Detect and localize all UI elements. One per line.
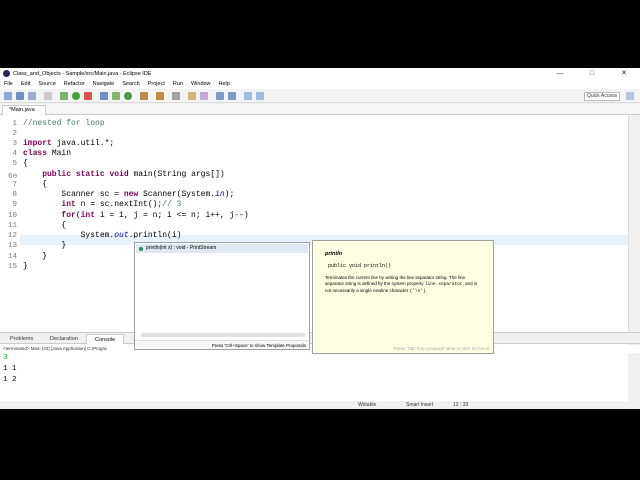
run-icon[interactable] <box>72 92 80 100</box>
javadoc-description: Terminates the current line by writing t… <box>325 275 481 295</box>
open-type-icon[interactable] <box>140 92 148 100</box>
line-number: 12 <box>7 232 17 240</box>
menu-file[interactable]: File <box>0 81 17 87</box>
back-icon[interactable] <box>244 92 252 100</box>
minimize-button[interactable]: — <box>544 68 576 79</box>
menu-bar: File Edit Source Refactor Navigate Searc… <box>0 79 640 89</box>
new-class-icon[interactable] <box>124 92 132 100</box>
window-title: Class_and_Objects - Sample/src/Main.java… <box>13 70 152 77</box>
line-number: 3 <box>12 140 17 148</box>
menu-window[interactable]: Window <box>187 81 215 87</box>
menu-help[interactable]: Help <box>215 81 234 87</box>
line-number: 13 <box>7 242 17 250</box>
save-icon[interactable] <box>16 92 24 100</box>
proposal-label: println(int x) : void - PrintStream <box>146 245 217 251</box>
console-output[interactable]: 3 1 1 1 2 <box>0 353 628 401</box>
javadoc-popup: println public void println() Terminates… <box>312 240 494 354</box>
code-line: public static void main(String args[]) <box>42 170 225 179</box>
public-method-icon <box>139 247 143 251</box>
console-scrollbar[interactable] <box>628 353 640 401</box>
code-line: } <box>23 252 48 261</box>
menu-navigate[interactable]: Navigate <box>89 81 119 87</box>
debug-icon[interactable] <box>60 92 68 100</box>
external-tools-icon[interactable] <box>84 92 92 100</box>
perspective-icon[interactable] <box>626 92 634 100</box>
javadoc-signature: public void println() <box>328 263 392 269</box>
tab-declaration[interactable]: Declaration <box>42 334 78 344</box>
next-annotation-icon[interactable] <box>216 92 224 100</box>
tab-main-java[interactable]: *Main.java <box>2 105 46 115</box>
line-number: 14 <box>7 253 17 261</box>
status-insert-mode: Smart Insert <box>406 402 434 408</box>
menu-run[interactable]: Run <box>169 81 187 87</box>
status-cursor-position: 12 : 33 <box>453 402 469 408</box>
code-line: { <box>23 221 67 230</box>
annotation-icon[interactable] <box>188 92 196 100</box>
line-number: 1 <box>12 120 17 128</box>
main-toolbar: Quick Access <box>0 89 640 103</box>
quick-access-input[interactable]: Quick Access <box>584 92 620 101</box>
status-writable: Writable <box>358 402 377 408</box>
line-number: 6⊖ <box>7 173 17 181</box>
print-icon[interactable] <box>44 92 52 100</box>
editor-tab-bar: *Main.java <box>0 104 640 115</box>
eclipse-logo-icon <box>3 70 10 77</box>
maximize-button[interactable]: □ <box>576 68 608 79</box>
code-line: //nested for loop <box>23 119 105 128</box>
javadoc-desc-end: . <box>425 288 428 293</box>
code-line: for(int i = 1, j = n; i <= n; i++, j--) <box>61 211 249 220</box>
console-line: 3 <box>3 354 8 362</box>
proposal-footer: Press 'Ctrl+Space' to show Template Prop… <box>135 340 309 349</box>
menu-source[interactable]: Source <box>34 81 59 87</box>
toggle-mark-icon[interactable] <box>172 92 180 100</box>
forward-icon[interactable] <box>256 92 264 100</box>
save-all-icon[interactable] <box>28 92 36 100</box>
code-line: int n = sc.nextInt();// 3 <box>61 200 182 209</box>
menu-search[interactable]: Search <box>118 81 143 87</box>
code-line: import java.util.*; <box>23 139 115 148</box>
line-number: 7 <box>12 181 17 189</box>
line-number: 11 <box>7 222 17 230</box>
line-number: 15 <box>7 263 17 271</box>
javadoc-title: println <box>325 251 343 257</box>
new-java-project-icon[interactable] <box>100 92 108 100</box>
tab-label: *Main.java <box>9 107 35 113</box>
javadoc-footer: Press 'Tab' from proposal table or click… <box>393 346 489 351</box>
close-button[interactable]: ✕ <box>608 68 640 79</box>
code-line: { <box>23 159 28 168</box>
line-number: 5 <box>12 160 17 168</box>
search-icon[interactable] <box>156 92 164 100</box>
code-line: } <box>23 241 67 250</box>
javadoc-desc-char: ('\n') <box>409 289 426 294</box>
code-line: Scanner sc = new Scanner(System.in); <box>23 190 235 199</box>
new-package-icon[interactable] <box>112 92 120 100</box>
line-number: 2 <box>12 130 17 138</box>
new-icon[interactable] <box>4 92 12 100</box>
menu-edit[interactable]: Edit <box>17 81 34 87</box>
code-line: { <box>23 180 48 189</box>
code-line-current: System.out.println(i) <box>23 231 182 240</box>
line-number: 10 <box>7 212 17 220</box>
code-line: } <box>23 262 28 271</box>
content-assist-popup: println(int x) : void - PrintStream Pres… <box>134 242 310 350</box>
status-bar: Writable Smart Insert 12 : 33 <box>0 401 640 409</box>
code-line: class Main <box>23 149 72 158</box>
line-number: 8 <box>12 191 17 199</box>
tab-problems[interactable]: Problems <box>2 334 33 344</box>
proposal-item-selected[interactable]: println(int x) : void - PrintStream <box>136 244 308 253</box>
pin-editor-icon[interactable] <box>200 92 208 100</box>
console-line: 1 2 <box>3 376 17 384</box>
eclipse-window: Class_and_Objects - Sample/src/Main.java… <box>0 68 640 409</box>
console-line: 1 1 <box>3 365 17 373</box>
menu-project[interactable]: Project <box>144 81 169 87</box>
previous-annotation-icon[interactable] <box>228 92 236 100</box>
menu-refactor[interactable]: Refactor <box>60 81 89 87</box>
line-number: 4 <box>12 150 17 158</box>
line-number: 9 <box>12 201 17 209</box>
proposal-scrollbar[interactable] <box>141 333 305 337</box>
javadoc-desc-property: line.separator <box>424 282 463 287</box>
tab-console[interactable]: Console <box>86 334 124 344</box>
